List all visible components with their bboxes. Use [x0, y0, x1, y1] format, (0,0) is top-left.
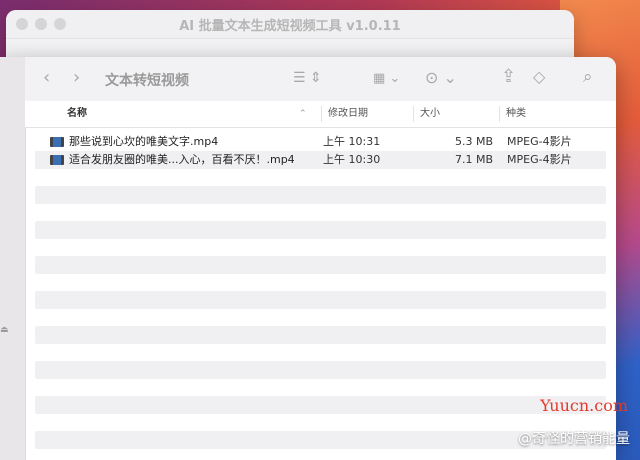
chevron-left-icon[interactable]: ‹ [43, 67, 50, 88]
empty-row [35, 326, 606, 344]
list-view-icon[interactable]: ☰ ⇕ [293, 70, 322, 86]
column-date[interactable]: 修改日期 [321, 106, 368, 122]
finder-toolbar: ‹ › 文本转短视频 ☰ ⇕ ▦ ⌄ ⊙ ⌄ ⇪ ◇ ⌕ [25, 57, 616, 102]
video-file-icon [50, 155, 64, 165]
column-size[interactable]: 大小 [413, 106, 440, 122]
zoom-button[interactable] [54, 18, 66, 30]
chevron-right-icon[interactable]: › [73, 67, 80, 88]
empty-row [35, 361, 606, 379]
file-name: 那些说到心坎的唯美文字.mp4 [69, 135, 219, 148]
folder-title: 文本转短视频 [105, 73, 189, 89]
video-file-icon [50, 137, 64, 147]
tag-icon[interactable]: ◇ [533, 67, 545, 86]
back-window-titlebar[interactable]: AI 批量文本生成短视频工具 v1.0.11 [6, 10, 574, 39]
sort-chevron-icon[interactable]: ⌃ [299, 101, 307, 127]
file-kind: MPEG-4影片 [507, 135, 572, 148]
window-title: AI 批量文本生成短视频工具 v1.0.11 [179, 18, 401, 34]
empty-row [35, 396, 606, 414]
file-size: 7.1 MB [454, 153, 493, 166]
file-date: 上午 10:30 [323, 153, 381, 166]
empty-row [35, 291, 606, 309]
column-header: 名称 ⌃ 修改日期 大小 种类 [25, 101, 616, 128]
empty-row [35, 186, 606, 204]
more-icon[interactable]: ⊙ ⌄ [425, 68, 457, 87]
share-icon[interactable]: ⇪ [501, 66, 516, 87]
file-kind: MPEG-4影片 [507, 153, 572, 166]
file-list: 那些说到心坎的唯美文字.mp4 上午 10:31 5.3 MB MPEG-4影片… [35, 133, 606, 449]
file-date: 上午 10:31 [323, 135, 381, 148]
finder-sidebar[interactable]: ⏏ [0, 57, 26, 460]
minimize-button[interactable] [35, 18, 47, 30]
close-button[interactable] [16, 18, 28, 30]
file-row[interactable]: 那些说到心坎的唯美文字.mp4 上午 10:31 5.3 MB MPEG-4影片 [35, 133, 606, 151]
column-name[interactable]: 名称 [67, 101, 87, 127]
empty-row [35, 221, 606, 239]
finder-window[interactable]: ⏏ ‹ › 文本转短视频 ☰ ⇕ ▦ ⌄ ⊙ ⌄ ⇪ ◇ ⌕ 名称 ⌃ 修改日期… [0, 57, 616, 460]
file-name: 适合发朋友圈的唯美...入心，百看不厌！.mp4 [69, 153, 295, 166]
file-row[interactable]: 适合发朋友圈的唯美...入心，百看不厌！.mp4 上午 10:30 7.1 MB… [35, 151, 606, 169]
file-size: 5.3 MB [454, 135, 493, 148]
watermark-text: Yuucn.com [540, 396, 628, 415]
search-icon[interactable]: ⌕ [583, 67, 593, 87]
column-kind[interactable]: 种类 [499, 106, 526, 122]
empty-row [35, 256, 606, 274]
source-credit: @奇怪的营销能量 [518, 431, 630, 447]
window-controls [16, 18, 66, 30]
grid-view-icon[interactable]: ▦ ⌄ [373, 71, 400, 86]
eject-icon[interactable]: ⏏ [0, 325, 9, 335]
